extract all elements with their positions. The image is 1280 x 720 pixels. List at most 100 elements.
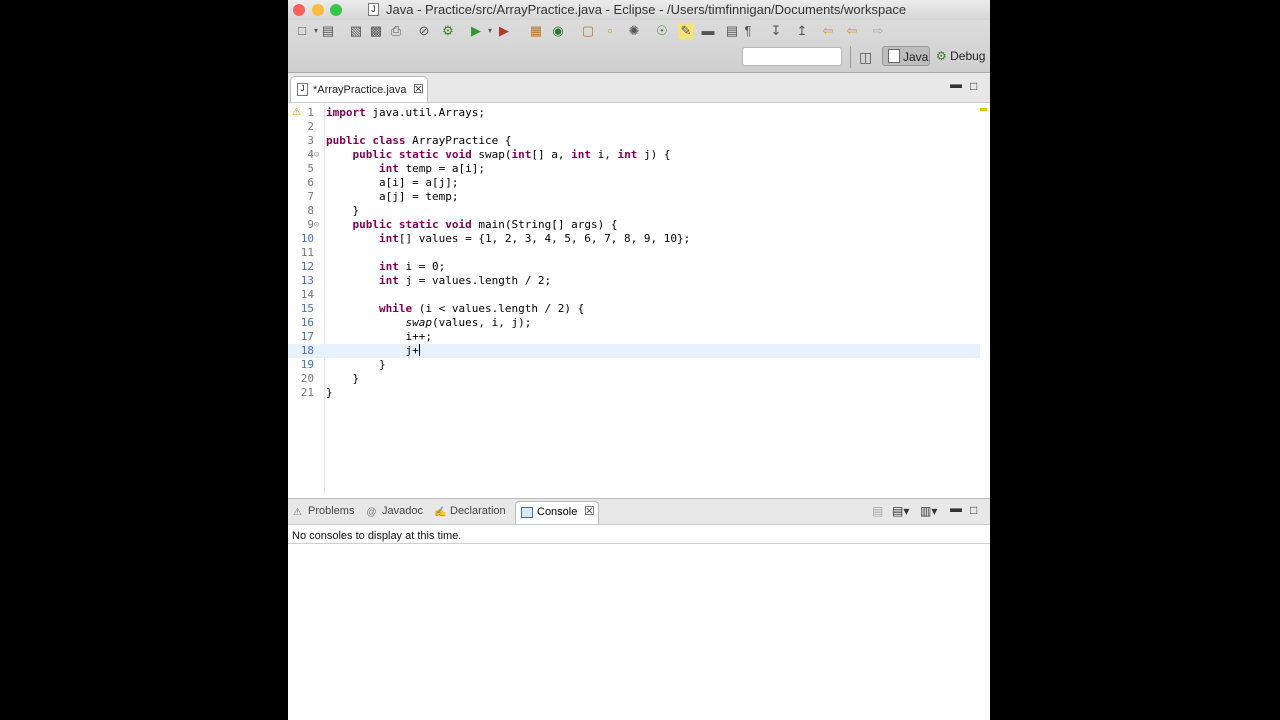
code-text: while (i < values.length / 2) { — [378, 302, 585, 315]
line-number: 3 — [307, 134, 314, 147]
code-line[interactable]: 14 — [288, 288, 980, 302]
console-empty-message: No consoles to display at this time. — [292, 530, 462, 542]
new-java-project-icon[interactable]: ▦ — [528, 23, 544, 39]
code-line[interactable]: 9 ⊝ public static void main(String[] args… — [288, 218, 980, 232]
tab-problems[interactable]: ⚠ Problems — [292, 505, 354, 518]
toolbar-separator — [850, 46, 851, 68]
forward-icon[interactable]: ⇨ — [870, 23, 886, 39]
show-whitespace-icon[interactable]: ¶ — [740, 23, 756, 39]
save-icon[interactable]: ▧ — [348, 23, 364, 39]
clear-console-icon[interactable]: ▤ — [872, 504, 883, 518]
code-line[interactable]: 13 int j = values.length / 2; — [288, 274, 980, 288]
toggle-breadcrumb-icon[interactable]: ▤ — [724, 23, 740, 39]
line-number: 8 — [307, 204, 314, 217]
line-number: 10 — [300, 232, 314, 245]
java-perspective-button[interactable]: Java — [882, 46, 930, 66]
console-icon — [521, 507, 533, 518]
debug-perspective-button[interactable]: ⚙ Debug — [936, 46, 985, 66]
minimize-editor-icon[interactable]: ▬ — [950, 77, 962, 91]
code-line[interactable]: 19 } — [288, 358, 980, 372]
prev-annotation-icon[interactable]: ↥ — [794, 23, 810, 39]
new-class-icon[interactable]: ▢ — [580, 23, 596, 39]
code-line[interactable]: 7 a[j] = temp; — [288, 190, 980, 204]
line-number: 2 — [307, 120, 314, 133]
code-text: } — [326, 372, 360, 385]
code-line[interactable]: 17 i++; — [288, 330, 980, 344]
minimize-panel-icon[interactable]: ▬ — [950, 501, 962, 515]
open-type-icon[interactable]: ▤ — [320, 23, 336, 39]
open-console-icon[interactable]: ▥▾ — [920, 504, 937, 518]
toggle-mark-icon[interactable]: ✎ — [678, 23, 694, 39]
open-perspective-icon[interactable]: ◫ — [859, 49, 872, 66]
fold-icon[interactable]: ⊝ — [314, 148, 319, 162]
declaration-icon: ✍ — [434, 507, 447, 518]
display-console-icon[interactable]: ▤▾ — [892, 504, 909, 518]
maximize-panel-icon[interactable]: □ — [970, 503, 977, 517]
line-number: 21 — [300, 386, 314, 399]
close-console-icon[interactable]: ☒ — [584, 504, 595, 518]
skip-breakpoints-icon[interactable]: ⊘ — [416, 23, 432, 39]
close-window-button[interactable] — [293, 4, 305, 16]
line-number: 7 — [307, 190, 314, 203]
code-editor[interactable]: ⚠ 1 import java.util.Arrays; 2 3 public clas… — [288, 102, 990, 494]
code-line[interactable]: 10 int[] values = {1, 2, 3, 4, 5, 6, 7, … — [288, 232, 980, 246]
java-perspective-label: Java — [903, 50, 929, 64]
code-line[interactable]: 21} — [288, 386, 980, 400]
zoom-window-button[interactable] — [330, 4, 342, 16]
code-text: } — [326, 358, 386, 371]
line-number: 6 — [307, 176, 314, 189]
code-line[interactable]: 2 — [288, 120, 980, 134]
code-line[interactable]: 12 int i = 0; — [288, 260, 980, 274]
line-number: 19 — [300, 358, 314, 371]
code-line[interactable]: 18 j+ — [288, 344, 980, 358]
code-text: import java.util.Arrays; — [326, 106, 485, 119]
code-line[interactable]: 15 while (i < values.length / 2) { — [288, 302, 980, 316]
code-line[interactable]: 5 int temp = a[i]; — [288, 162, 980, 176]
save-all-icon[interactable]: ▩ — [368, 23, 384, 39]
java-file-icon: J — [368, 3, 379, 16]
code-line[interactable]: 20 } — [288, 372, 980, 386]
open-task-icon[interactable]: ▫ — [602, 23, 618, 39]
code-text: int j = values.length / 2; — [378, 274, 552, 287]
minimize-window-button[interactable] — [312, 4, 324, 16]
code-line[interactable]: 16 swap(values, i, j); — [288, 316, 980, 330]
line-number: 15 — [300, 302, 314, 315]
maximize-editor-icon[interactable]: □ — [970, 79, 977, 93]
java-file-icon: J — [297, 83, 308, 96]
code-line[interactable]: 4 ⊝ public static void swap(int[] a, int … — [288, 148, 980, 162]
line-number: 11 — [300, 246, 314, 259]
fold-icon[interactable]: ⊝ — [314, 218, 319, 232]
close-tab-icon[interactable]: ☒ — [413, 77, 424, 101]
code-line[interactable]: 8 } — [288, 204, 980, 218]
text-caret — [418, 344, 420, 356]
code-text: swap(values, i, j); — [405, 316, 532, 329]
search-icon[interactable]: ✺ — [626, 23, 642, 39]
tab-declaration[interactable]: ✍ Declaration — [434, 505, 506, 518]
block-selection-icon[interactable]: ▬ — [700, 23, 716, 39]
warning-marker[interactable] — [980, 108, 987, 111]
code-line[interactable]: 6 a[i] = a[j]; — [288, 176, 980, 190]
window-title: Java - Practice/src/ArrayPractice.java -… — [386, 2, 907, 17]
line-number: 5 — [307, 162, 314, 175]
last-edit-icon[interactable]: ⇦ — [844, 23, 860, 39]
code-line[interactable]: 1 import java.util.Arrays; — [288, 106, 980, 120]
code-text: i++; — [326, 330, 432, 343]
quick-access-input[interactable] — [742, 47, 842, 66]
print-icon[interactable]: ⎙ — [388, 23, 404, 39]
line-number: 13 — [300, 274, 314, 287]
editor-tab-arraypractice[interactable]: J *ArrayPractice.java ☒ — [290, 76, 428, 102]
back-icon[interactable]: ⇦ — [820, 23, 836, 39]
new-package-icon[interactable]: ◉ — [550, 23, 566, 39]
tab-javadoc-label: Javadoc — [382, 505, 423, 517]
next-annotation-icon[interactable]: ↧ — [768, 23, 784, 39]
code-line[interactable]: 11 — [288, 246, 980, 260]
code-text: j+ — [326, 344, 420, 357]
run-config-icon[interactable]: ▶ — [496, 23, 512, 39]
code-line[interactable]: 3 public class ArrayPractice { — [288, 134, 980, 148]
tab-javadoc[interactable]: @ Javadoc — [366, 505, 423, 518]
debug-icon[interactable]: ⚙ — [440, 23, 456, 39]
problems-icon: ⚠ — [293, 507, 302, 518]
tab-console[interactable]: Console ☒ — [515, 501, 599, 525]
code-text: int[] values = {1, 2, 3, 4, 5, 6, 7, 8, … — [378, 232, 691, 245]
annotation-icon[interactable]: ☉ — [654, 23, 670, 39]
